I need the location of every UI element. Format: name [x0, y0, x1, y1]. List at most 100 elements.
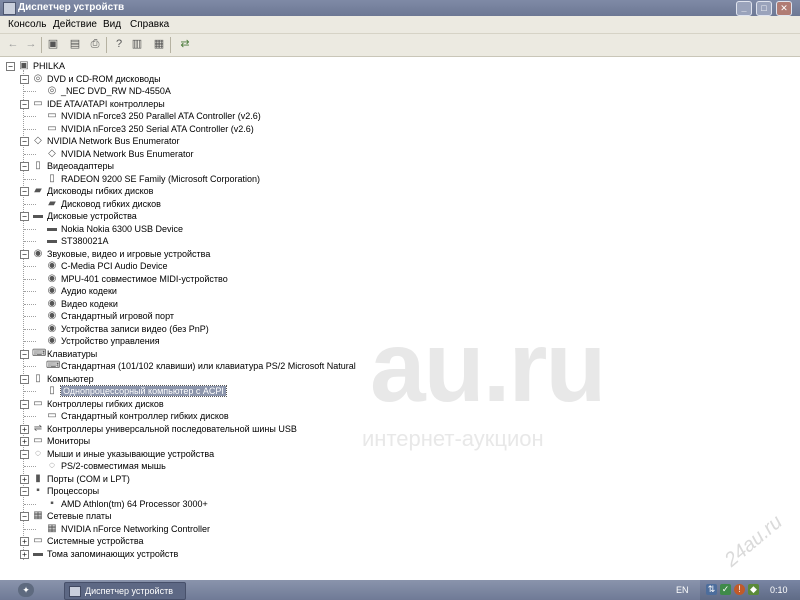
toolbar-separator	[106, 37, 107, 53]
menu-view[interactable]: Вид	[103, 19, 121, 30]
collapse-icon[interactable]: −	[20, 512, 29, 521]
tree-connector	[24, 128, 36, 130]
ide-controller-icon: ▭	[33, 97, 43, 109]
tree-device-label: Стандартный контроллер гибких дисков	[61, 411, 229, 421]
tree-connector	[24, 116, 36, 117]
tree-device[interactable]: ▦ NVIDIA nForce Networking Controller	[0, 523, 800, 536]
tree-connector	[24, 91, 36, 92]
tree-category[interactable]: − ▦ Сетевые платы	[0, 510, 800, 523]
tree-category-label: Порты (COM и LPT)	[47, 473, 130, 484]
collapse-icon[interactable]: −	[20, 162, 29, 171]
tree-device[interactable]: ◇ NVIDIA Network Bus Enumerator	[0, 148, 800, 161]
tree-device[interactable]: ◉ Видео кодеки	[0, 298, 800, 311]
menu-action[interactable]: Действие	[53, 19, 97, 30]
expand-icon[interactable]: +	[20, 474, 29, 484]
tree-category[interactable]: + ▮ Порты (COM и LPT)	[0, 473, 800, 486]
display-adapter-icon: ▯	[49, 172, 55, 184]
collapse-icon[interactable]: −	[20, 99, 29, 109]
properties-icon[interactable]: ▤	[68, 38, 82, 51]
tree-category-label: Процессоры	[47, 486, 100, 496]
tree-category[interactable]: + ▬ Тома запоминающих устройств	[0, 548, 800, 561]
tree-connector	[24, 341, 36, 342]
collapse-icon[interactable]: −	[20, 249, 29, 259]
expand-icon[interactable]: +	[20, 424, 29, 434]
tree-device[interactable]: ◎ _NEC DVD_RW ND-4550A	[0, 85, 800, 98]
ide-controller-icon: ▭	[47, 122, 57, 134]
export-icon[interactable]: ▦	[152, 38, 166, 51]
tree-connector	[24, 416, 36, 417]
tree-device[interactable]: ▭ NVIDIA nForce3 250 Serial ATA Controlle…	[0, 123, 800, 136]
expand-icon[interactable]: +	[20, 549, 29, 559]
tree-category[interactable]: − ◇ NVIDIA Network Bus Enumerator	[0, 135, 800, 148]
tree-device[interactable]: ◉ Аудио кодеки	[0, 285, 800, 298]
tree-device[interactable]: ▭ NVIDIA nForce3 250 Parallel ATA Control…	[0, 110, 800, 123]
app-tray-icon[interactable]: ◆	[748, 584, 759, 595]
collapse-icon[interactable]: −	[20, 74, 29, 84]
tree-root[interactable]: − ▣ PHILKA	[0, 60, 800, 73]
tree-device-label: NVIDIA nForce3 250 Serial ATA Controller…	[61, 123, 254, 134]
expand-icon[interactable]: +	[20, 437, 29, 446]
tree-device-label: Устройство управления	[61, 336, 160, 346]
alert-tray-icon[interactable]: !	[734, 584, 745, 595]
collapse-icon[interactable]: −	[20, 349, 29, 359]
tree-category[interactable]: − ▭ IDE ATA/ATAPI контроллеры	[0, 98, 800, 111]
collapse-icon[interactable]: −	[20, 487, 29, 496]
taskbar-device-manager-button[interactable]: Диспетчер устройств	[64, 582, 186, 600]
tree-device[interactable]: ▬ Nokia Nokia 6300 USB Device	[0, 223, 800, 236]
menu-console[interactable]: Консоль	[8, 19, 46, 30]
tree-device[interactable]: ▰ Дисковод гибких дисков	[0, 198, 800, 211]
network-tray-icon[interactable]: ⇅	[706, 584, 717, 595]
forward-icon[interactable]: →	[24, 38, 38, 51]
back-icon[interactable]: ←	[6, 38, 20, 51]
collapse-icon[interactable]: −	[20, 374, 29, 384]
help-icon[interactable]: ?	[112, 38, 126, 51]
tree-device-label: NVIDIA nForce3 250 Parallel ATA Controll…	[61, 111, 261, 121]
system-device-icon: ▭	[33, 535, 43, 546]
tree-category[interactable]: − ▪ Процессоры	[0, 485, 800, 498]
tree-device[interactable]: ▬ ST380021A	[0, 235, 800, 248]
tree-device[interactable]: ◉ MPU-401 совместимое MIDI-устройство	[0, 273, 800, 286]
minimize-button[interactable]: _	[736, 1, 752, 16]
tree-device[interactable]: ◌ PS/2-совместимая мышь	[0, 460, 800, 473]
tree-connector	[24, 528, 36, 530]
network-card-icon: ▦	[33, 510, 43, 521]
collapse-icon[interactable]: −	[6, 62, 15, 71]
tree-device[interactable]: ◉ C-Media PCI Audio Device	[0, 260, 800, 273]
console-tree-icon[interactable]: ▣	[46, 38, 60, 51]
tree-category[interactable]: − ▬ Дисковые устройства	[0, 210, 800, 223]
collapse-icon[interactable]: −	[20, 137, 29, 146]
tree-category[interactable]: − ▯ Видеоадаптеры	[0, 160, 800, 173]
disk-drive-icon: ▬	[47, 222, 57, 234]
tree-category[interactable]: + ▭ Системные устройства	[0, 535, 800, 548]
refresh-icon[interactable]: ▥	[130, 38, 144, 51]
tree-device[interactable]: ▯ RADEON 9200 SE Family (Microsoft Corpor…	[0, 173, 800, 186]
toolbar: ← → ▣ ▤ ⎙ ? ▥ ▦ ⇄	[0, 34, 800, 57]
tree-device[interactable]: ▪ AMD Athlon(tm) 64 Processor 3000+	[0, 498, 800, 511]
tree-category-label: IDE ATA/ATAPI контроллеры	[47, 98, 165, 109]
print-icon[interactable]: ⎙	[88, 38, 102, 51]
scan-hardware-icon[interactable]: ⇄	[178, 38, 192, 51]
collapse-icon[interactable]: −	[20, 399, 29, 409]
tree-device-label: Однопроцессорный компьютер с ACPI	[60, 385, 227, 397]
security-tray-icon[interactable]: ✓	[720, 584, 731, 595]
collapse-icon[interactable]: −	[20, 212, 29, 221]
tree-device-label: Nokia Nokia 6300 USB Device	[61, 223, 184, 234]
device-manager-icon	[3, 2, 16, 15]
taskbar-task-label: Диспетчер устройств	[85, 586, 173, 596]
language-indicator[interactable]: EN	[676, 585, 689, 595]
tree-category-label: DVD и CD-ROM дисководы	[47, 73, 161, 84]
tree-device-label: C-Media PCI Audio Device	[61, 261, 168, 271]
tree-category[interactable]: − ◎ DVD и CD-ROM дисководы	[0, 73, 800, 86]
expand-icon[interactable]: +	[20, 537, 29, 546]
toolbar-separator	[41, 37, 42, 53]
close-button[interactable]: ✕	[776, 1, 792, 16]
tree-category[interactable]: − ▰ Дисководы гибких дисков	[0, 185, 800, 198]
tree-category[interactable]: − ◉ Звуковые, видео и игровые устройства	[0, 248, 800, 261]
tree-connector	[24, 228, 36, 230]
collapse-icon[interactable]: −	[20, 449, 29, 459]
processor-icon: ▪	[36, 485, 40, 496]
start-button[interactable]: ✦	[18, 583, 34, 597]
menu-help[interactable]: Справка	[130, 19, 169, 30]
collapse-icon[interactable]: −	[20, 187, 29, 196]
maximize-button[interactable]: □	[756, 1, 772, 16]
